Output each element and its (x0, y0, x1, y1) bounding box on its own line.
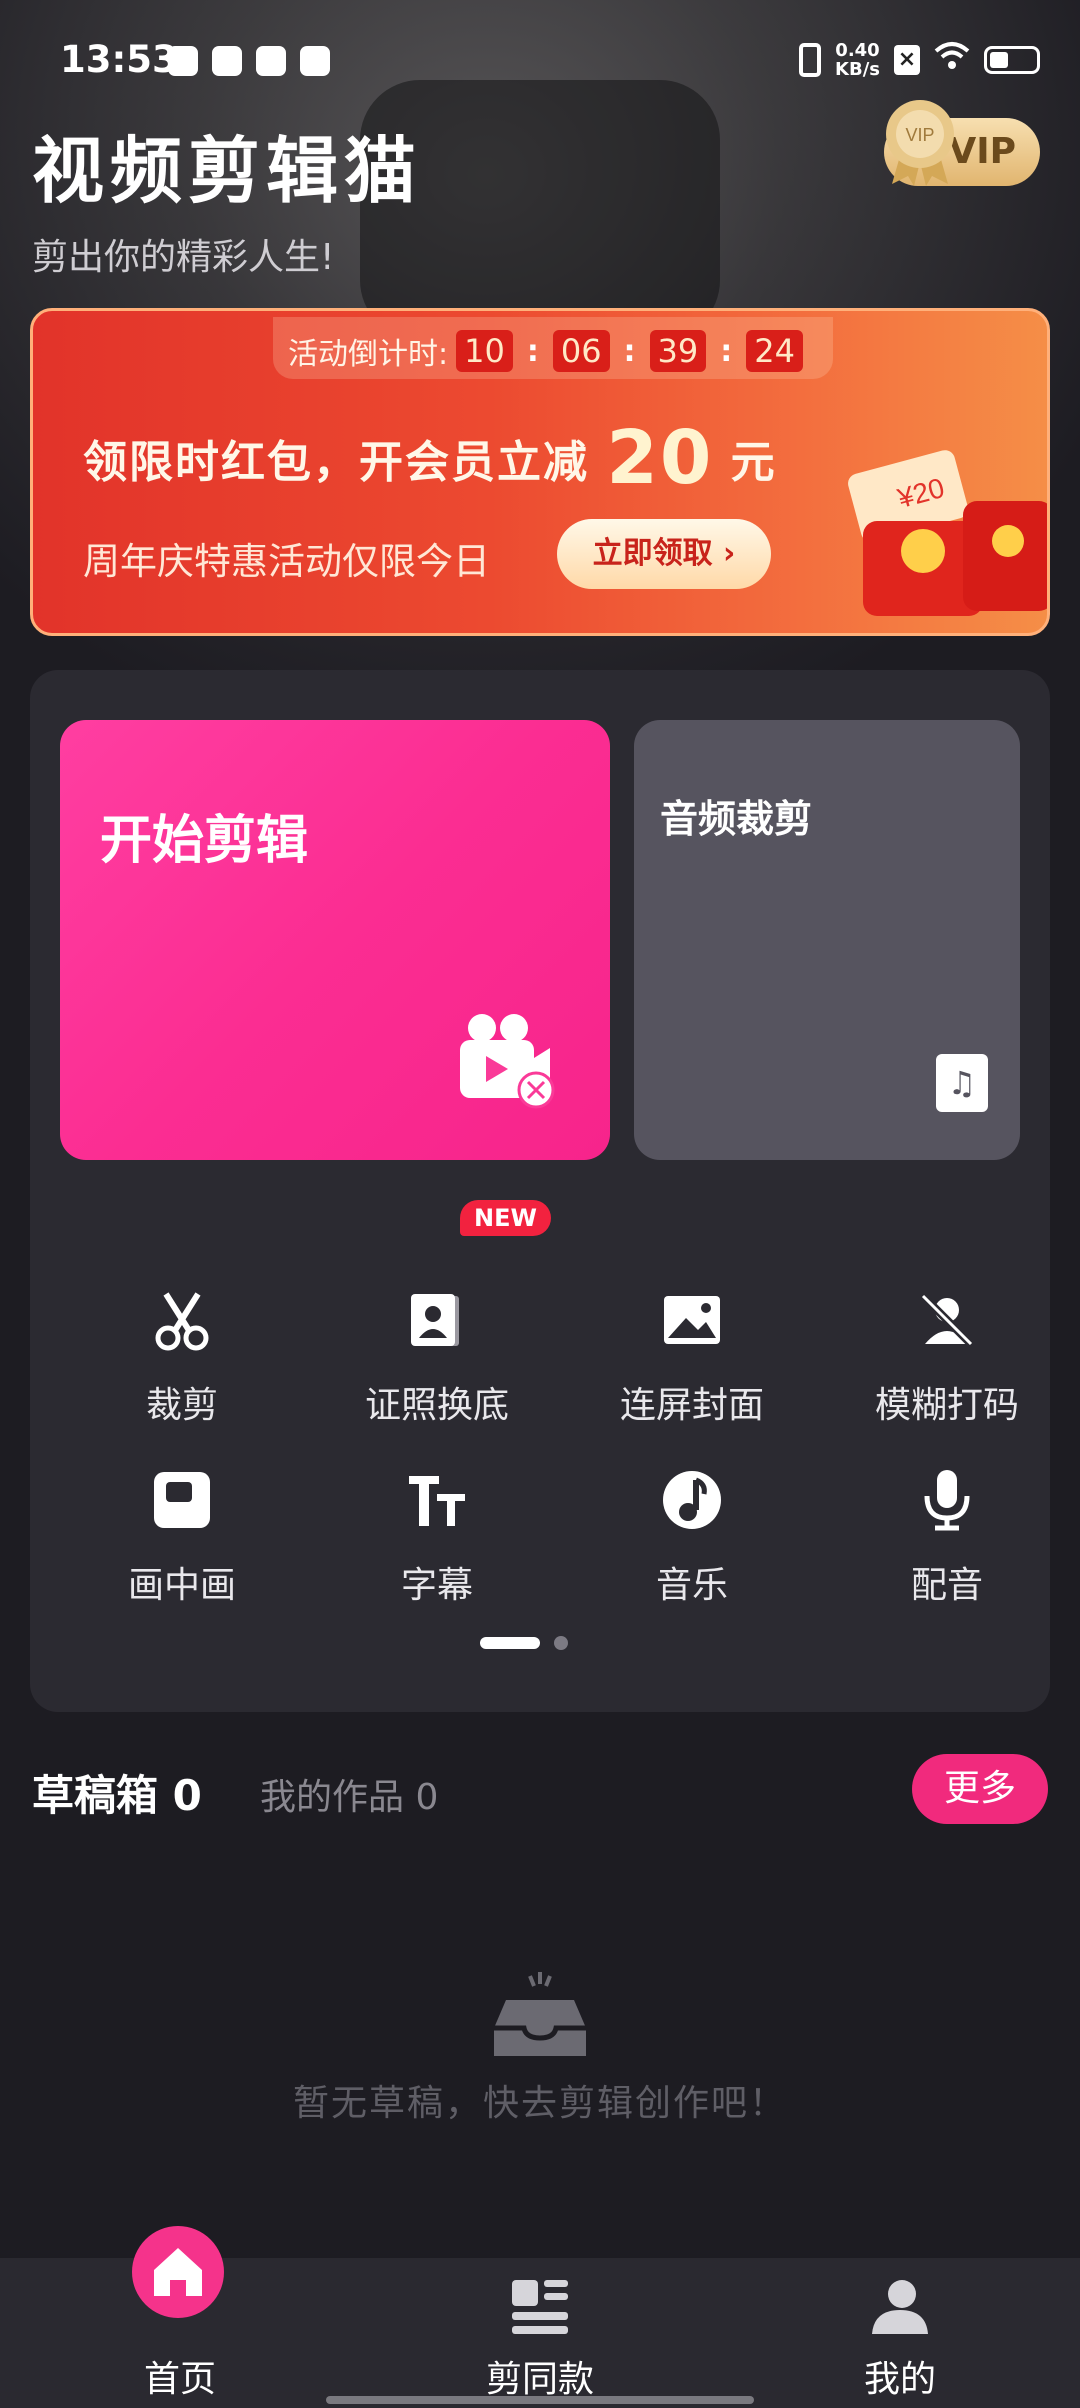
scissors-icon (155, 1292, 209, 1351)
promo-subline: 周年庆特惠活动仅限今日 (83, 540, 490, 583)
tool-label: 裁剪 (145, 1385, 218, 1426)
countdown-separator: : (623, 333, 636, 369)
sim-off-icon: × (894, 45, 920, 75)
tool-subtitle[interactable]: 字幕 (317, 1468, 557, 1608)
nav-templates-label: 剪同款 (485, 2359, 594, 2400)
countdown-hours: 10 (456, 330, 513, 372)
tool-label: 配音 (910, 1565, 983, 1606)
countdown-separator: : (526, 333, 539, 369)
promo-amount: 20 (606, 415, 714, 501)
app-title: 视频剪辑猫 (32, 129, 423, 213)
nav-home-label: 首页 (143, 2359, 216, 2400)
home-icon-bg (132, 2226, 224, 2318)
status-time: 13:53 (60, 38, 178, 81)
microphone-icon (924, 1470, 970, 1531)
nav-profile-label: 我的 (863, 2359, 936, 2400)
vibrate-icon (799, 43, 822, 77)
tool-label: 画中画 (127, 1565, 236, 1606)
system-icons: 0.40 KB/s × (799, 40, 1040, 80)
music-note-icon (663, 1471, 721, 1529)
tool-label: 证照换底 (364, 1385, 509, 1426)
tool-id-photo[interactable]: 证照换底 (317, 1288, 557, 1428)
app-notification-icon (168, 46, 198, 76)
subtitle-icon (409, 1476, 465, 1526)
app-slogan: 剪出你的精彩人生! (32, 237, 335, 278)
tool-blur-mask[interactable]: 模糊打码 (827, 1288, 1067, 1428)
claim-button-label: 立即领取 (592, 536, 713, 571)
notification-icons (168, 46, 330, 76)
feature-panel: 开始剪辑 音频裁剪 ♫ NEW 裁剪 证照换底 连屏封面 模糊打码 画中画 字幕… (30, 670, 1050, 1712)
new-badge: NEW (460, 1200, 551, 1236)
promo-headline-text: 领限时红包，开会员立减 (83, 437, 589, 488)
tool-label: 连屏封面 (619, 1385, 764, 1426)
tool-crop[interactable]: 裁剪 (62, 1288, 302, 1428)
id-photo-icon (411, 1294, 459, 1346)
countdown-separator: : (720, 333, 733, 369)
tool-label: 模糊打码 (874, 1385, 1019, 1426)
video-camera-scissors-icon (460, 1014, 555, 1109)
tool-label: 字幕 (400, 1565, 473, 1606)
audio-trim-label: 音频裁剪 (660, 797, 813, 841)
page-dot (554, 1636, 568, 1650)
tab-drafts[interactable]: 草稿箱 0 (32, 1762, 202, 1823)
tool-music[interactable]: 音乐 (572, 1468, 812, 1608)
promo-unit: 元 (730, 437, 777, 488)
mail-icon (212, 46, 242, 76)
wifi-icon (934, 40, 970, 80)
cat-app-icon (300, 46, 330, 76)
picture-in-picture-icon (154, 1472, 210, 1528)
template-icon (512, 2280, 568, 2334)
vip-medal-text: VIP (905, 125, 934, 145)
countdown-seconds: 39 (649, 330, 707, 372)
music-file-icon: ♫ (936, 1054, 988, 1112)
start-edit-label: 开始剪辑 (100, 811, 309, 871)
image-icon (664, 1296, 720, 1344)
home-icon (154, 2248, 202, 2296)
blur-mask-icon (920, 1293, 974, 1347)
countdown-timer: 活动倒计时: 10 : 06 : 39 : 24 (288, 329, 803, 373)
network-speed-unit: KB/s (835, 59, 880, 80)
tool-dubbing[interactable]: 配音 (827, 1468, 1067, 1608)
more-button[interactable]: 更多 (912, 1754, 1048, 1824)
bottom-navigation: 首页 剪同款 我的 (0, 2226, 1080, 2408)
tab-my-works[interactable]: 我的作品 0 (260, 1768, 438, 1820)
page-dot-active (480, 1637, 540, 1649)
countdown-label: 活动倒计时: (288, 337, 449, 372)
promo-banner[interactable]: 活动倒计时: 10 : 06 : 39 : 24 领限时红包，开会员立减 20 … (30, 308, 1050, 636)
vip-medal-icon: VIP (886, 100, 954, 186)
page-indicator (480, 1636, 568, 1650)
gesture-bar (326, 2396, 754, 2404)
start-edit-card[interactable]: 开始剪辑 (60, 720, 610, 1160)
network-speed-value: 0.40 (835, 40, 880, 61)
empty-drafts-message: 暂无草稿，快去剪辑创作吧！ (292, 2083, 787, 2124)
profile-icon (872, 2280, 928, 2334)
claim-button[interactable]: 立即领取 › (557, 519, 771, 589)
audio-trim-card[interactable]: 音频裁剪 ♫ (634, 720, 1020, 1160)
red-envelope-icon: ¥20 (848, 450, 1047, 616)
inbox-icon (256, 46, 286, 76)
promo-headline: 领限时红包，开会员立减 20 元 (83, 415, 777, 501)
tool-cover[interactable]: 连屏封面 (572, 1288, 812, 1428)
countdown-minutes: 06 (552, 330, 610, 372)
network-speed: 0.40 KB/s (835, 41, 880, 79)
chevron-right-icon: › (723, 536, 736, 571)
countdown-centiseconds: 24 (746, 330, 803, 372)
tool-label: 音乐 (655, 1565, 728, 1606)
empty-inbox-icon (494, 1972, 586, 2056)
tool-pip[interactable]: 画中画 (62, 1468, 302, 1608)
battery-icon (984, 46, 1040, 74)
